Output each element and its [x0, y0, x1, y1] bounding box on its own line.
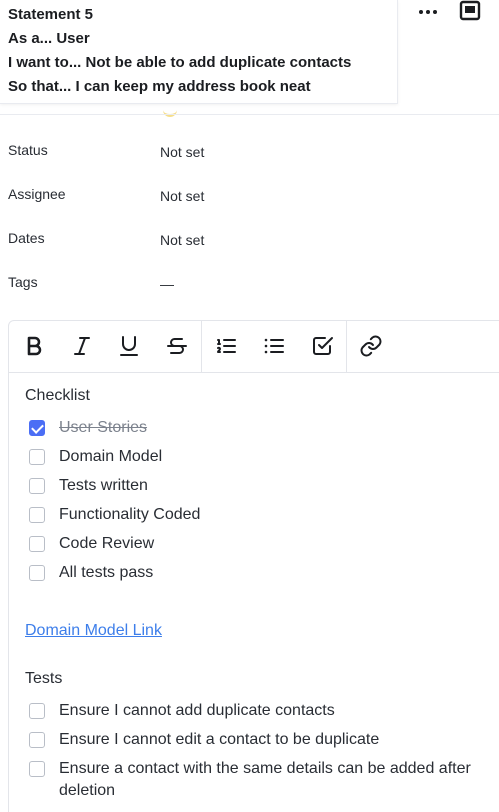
status-value[interactable]: Not set — [160, 144, 204, 160]
domain-model-link[interactable]: Domain Model Link — [25, 622, 162, 640]
description-editor[interactable]: Checklist User Stories Domain Model Test… — [8, 320, 499, 812]
checklist-item-label: All tests pass — [59, 564, 154, 581]
tags-value[interactable]: — — [160, 276, 174, 292]
checkbox[interactable] — [29, 732, 45, 748]
assignee-label: Assignee — [8, 186, 66, 202]
tests-heading: Tests — [25, 670, 63, 687]
editor-toolbar — [9, 321, 499, 373]
status-label: Status — [8, 142, 48, 158]
test-item-label: Ensure I cannot edit a contact to be dup… — [59, 731, 380, 748]
strikethrough-icon[interactable] — [165, 334, 189, 358]
checklist-item-label: Domain Model — [59, 448, 163, 465]
property-dates: Dates Not set — [0, 226, 499, 250]
checkbox[interactable] — [29, 761, 45, 777]
emoji-icon — [163, 106, 177, 117]
top-actions — [412, 0, 499, 24]
underline-icon[interactable] — [117, 334, 141, 358]
test-item-label: Ensure I cannot add duplicate contacts — [59, 702, 335, 719]
numbered-list-icon[interactable] — [214, 334, 238, 358]
checklist-item-label: Tests written — [59, 477, 148, 494]
checklist-icon[interactable] — [310, 334, 334, 358]
checkbox[interactable] — [29, 536, 45, 552]
toolbar-separator — [346, 321, 347, 372]
toolbar-separator — [201, 321, 202, 372]
statement-popover: Statement 5 As a... User I want to... No… — [0, 0, 398, 104]
more-options-icon[interactable] — [416, 2, 440, 20]
statement-i-want: I want to... Not be able to add duplicat… — [8, 54, 352, 71]
checklist-item-label: Code Review — [59, 535, 155, 552]
checkbox[interactable] — [29, 565, 45, 581]
statement-so-that: So that... I can keep my address book ne… — [8, 78, 311, 95]
bullet-list-icon[interactable] — [262, 334, 286, 358]
property-assignee: Assignee Not set — [0, 182, 499, 206]
tags-label: Tags — [8, 274, 38, 290]
property-tags: Tags — — [0, 270, 499, 294]
checkbox[interactable] — [29, 507, 45, 523]
checkbox[interactable] — [29, 449, 45, 465]
task-detail-panel: Statement 5 As a... User I want to... No… — [0, 0, 499, 812]
checklist-item-label: Functionality Coded — [59, 506, 201, 523]
assignee-value[interactable]: Not set — [160, 188, 204, 204]
dates-value[interactable]: Not set — [160, 232, 204, 248]
divider — [0, 114, 499, 115]
italic-icon[interactable] — [70, 334, 94, 358]
checklist-item-label: User Stories — [59, 419, 148, 436]
dates-label: Dates — [8, 230, 45, 246]
checkbox[interactable] — [29, 703, 45, 719]
checklist-heading: Checklist — [25, 387, 90, 404]
checkbox-checked[interactable] — [29, 420, 45, 436]
property-status: Status Not set — [0, 138, 499, 162]
link-icon[interactable] — [359, 334, 383, 358]
statement-title: Statement 5 — [8, 6, 94, 23]
bold-icon[interactable] — [22, 334, 46, 358]
fullscreen-icon[interactable] — [459, 0, 481, 22]
checkbox[interactable] — [29, 478, 45, 494]
test-item-label: Ensure a contact with the same details c… — [59, 760, 471, 799]
statement-as-a: As a... User — [8, 30, 90, 47]
